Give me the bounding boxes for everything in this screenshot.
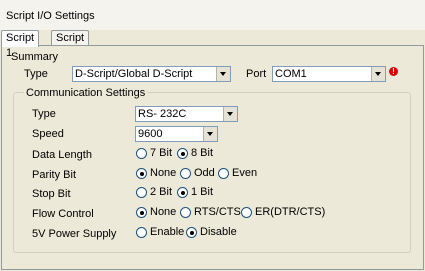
radio-button[interactable] [136, 227, 147, 238]
radio-button[interactable] [136, 207, 147, 218]
radio-button[interactable] [136, 187, 147, 198]
option-label: 8 Bit [191, 147, 214, 159]
flow-control-label: Flow Control [32, 208, 94, 220]
option-label: RTS/CTS [194, 206, 241, 218]
radio-button[interactable] [177, 187, 188, 198]
speed-label: Speed [32, 128, 64, 140]
tab-script-2[interactable]: Script 2 [51, 30, 90, 59]
power-supply-label: 5V Power Supply [32, 228, 117, 240]
tab-script-1[interactable]: Script 1 [1, 30, 40, 59]
option-label: 7 Bit [150, 147, 173, 159]
type-select-value: D-Script/Global D-Script [75, 68, 193, 80]
summary-heading: Summary [11, 51, 59, 63]
radio-button[interactable] [186, 227, 197, 238]
option-label: Disable [200, 226, 237, 238]
radio-button[interactable] [180, 207, 191, 218]
comm-type-select-value: RS- 232C [138, 108, 187, 120]
chevron-down-icon[interactable] [216, 67, 230, 81]
speed-select-value: 9600 [138, 128, 163, 140]
port-select-value: COM1 [275, 68, 307, 80]
option-label: Enable [150, 226, 185, 238]
option-label: ER(DTR/CTS) [255, 206, 326, 218]
port-select[interactable]: COM1 [272, 66, 386, 82]
data-length-label: Data Length [32, 149, 92, 161]
radio-button[interactable] [177, 148, 188, 159]
option-label: None [150, 167, 177, 179]
radio-button[interactable] [136, 148, 147, 159]
comm-type-label: Type [32, 108, 56, 120]
radio-button[interactable] [241, 207, 252, 218]
communication-settings-heading: Communication Settings [24, 87, 148, 99]
chevron-down-icon[interactable] [223, 107, 237, 121]
error-icon: ! [389, 67, 398, 76]
radio-button[interactable] [218, 168, 229, 179]
window-title: Script I/O Settings [6, 10, 95, 22]
radio-button[interactable] [136, 168, 147, 179]
option-label: 1 Bit [191, 186, 214, 198]
type-select[interactable]: D-Script/Global D-Script [72, 66, 231, 82]
type-label: Type [24, 68, 48, 80]
option-label: Odd [194, 167, 215, 179]
chevron-down-icon[interactable] [371, 67, 385, 81]
radio-button[interactable] [180, 168, 191, 179]
option-label: Even [232, 167, 258, 179]
stop-bit-label: Stop Bit [32, 188, 71, 200]
option-label: None [150, 206, 177, 218]
parity-bit-label: Parity Bit [32, 169, 77, 181]
speed-select[interactable]: 9600 [135, 126, 218, 142]
port-label: Port [246, 68, 267, 80]
option-label: 2 Bit [150, 186, 173, 198]
window-title-bar: Script I/O Settings [0, 0, 425, 30]
chevron-down-icon[interactable] [203, 127, 217, 141]
comm-type-select[interactable]: RS- 232C [135, 106, 238, 122]
